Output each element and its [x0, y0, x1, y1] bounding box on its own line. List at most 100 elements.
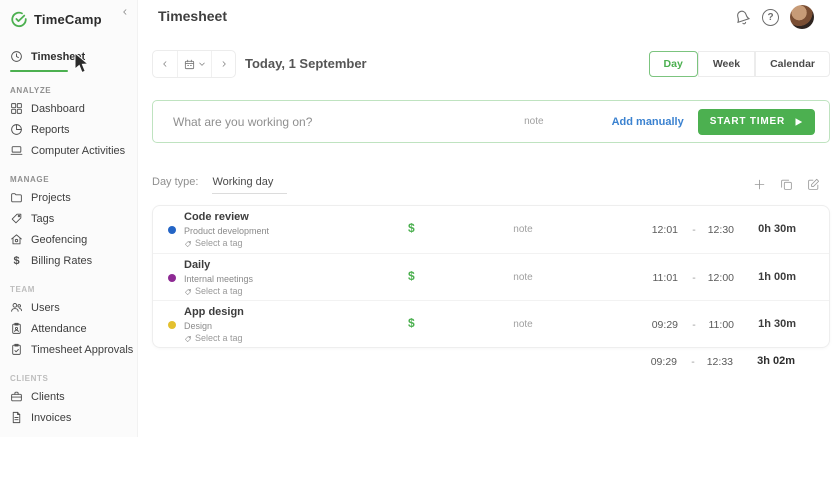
entry-project: Internal meetings — [184, 274, 253, 285]
entry-note-button[interactable]: note — [498, 272, 548, 283]
entry-project: Product development — [184, 226, 269, 237]
tag-icon — [184, 240, 192, 248]
clipboard-check-icon — [10, 343, 23, 356]
sidebar-item-timesheet-approvals[interactable]: Timesheet Approvals — [0, 339, 137, 360]
day-type-select[interactable]: Working day — [212, 176, 287, 194]
task-name-input[interactable] — [153, 115, 524, 129]
billable-toggle[interactable]: $ — [408, 269, 415, 283]
entry-row-code-review[interactable]: Code review Product development Select a… — [153, 206, 829, 253]
next-day-button[interactable] — [211, 51, 235, 77]
entry-text: Code review Product development Select a… — [184, 211, 269, 249]
entry-note-button[interactable]: note — [498, 319, 548, 330]
play-icon — [793, 117, 803, 127]
briefcase-icon — [10, 390, 23, 403]
sidebar-item-label: Reports — [31, 124, 70, 136]
timer-note-button[interactable]: note — [524, 116, 543, 127]
chevron-left-icon — [161, 60, 169, 68]
entry-end-time[interactable]: 11:00 — [698, 319, 734, 331]
entry-title[interactable]: App design — [184, 306, 244, 320]
pie-chart-icon — [10, 123, 23, 136]
entry-duration[interactable]: 1h 30m — [736, 318, 796, 330]
sidebar-item-invoices[interactable]: Invoices — [0, 407, 137, 428]
sidebar-item-users[interactable]: Users — [0, 297, 137, 318]
logo-text: TimeCamp — [34, 12, 102, 27]
billable-toggle[interactable]: $ — [408, 316, 415, 330]
entry-duration[interactable]: 0h 30m — [736, 223, 796, 235]
avatar[interactable] — [790, 5, 814, 29]
sidebar-item-label: Clients — [31, 391, 65, 403]
total-duration: 3h 02m — [735, 355, 795, 367]
sidebar-item-label: Geofencing — [31, 234, 87, 246]
sidebar-item-projects[interactable]: Projects — [0, 187, 137, 208]
project-color-dot[interactable] — [168, 226, 176, 234]
sidebar-item-reports[interactable]: Reports — [0, 119, 137, 140]
add-manually-link[interactable]: Add manually — [612, 116, 684, 128]
prev-day-button[interactable] — [153, 51, 177, 77]
sidebar-section-team: TEAM — [10, 285, 127, 294]
entry-actions — [753, 178, 820, 191]
tag-icon — [184, 288, 192, 296]
badge-icon — [10, 322, 23, 335]
help-icon[interactable]: ? — [762, 9, 779, 26]
edit-icon[interactable] — [807, 178, 820, 191]
entry-start-time[interactable]: 12:01 — [618, 224, 678, 236]
sidebar-item-dashboard[interactable]: Dashboard — [0, 98, 137, 119]
select-tag-button[interactable]: Select a tag — [184, 286, 253, 297]
billable-toggle[interactable]: $ — [408, 221, 415, 235]
grid-icon — [10, 102, 23, 115]
select-tag-button[interactable]: Select a tag — [184, 333, 244, 344]
sidebar-item-label: Billing Rates — [31, 255, 92, 267]
calendar-picker-button[interactable] — [177, 51, 211, 77]
entry-end-time[interactable]: 12:00 — [698, 272, 734, 284]
entry-row-daily[interactable]: Daily Internal meetings Select a tag $ n… — [153, 253, 829, 300]
total-start-time: 09:29 — [617, 356, 677, 368]
select-tag-button[interactable]: Select a tag — [184, 238, 269, 249]
sidebar-item-billing-rates[interactable]: $ Billing Rates — [0, 250, 137, 271]
sidebar-item-tags[interactable]: Tags — [0, 208, 137, 229]
entry-duration[interactable]: 1h 00m — [736, 271, 796, 283]
tab-day[interactable]: Day — [649, 51, 698, 77]
sidebar-item-label: Invoices — [31, 412, 71, 424]
entry-row-app-design[interactable]: App design Design Select a tag $ note 09… — [153, 300, 829, 347]
dollar-icon: $ — [10, 255, 23, 267]
entry-title[interactable]: Code review — [184, 211, 269, 225]
clock-icon — [10, 50, 23, 63]
home-pin-icon — [10, 233, 23, 246]
page-title: Timesheet — [158, 8, 227, 24]
sidebar-item-computer-activities[interactable]: Computer Activities — [0, 140, 137, 161]
sidebar-collapse-icon[interactable] — [121, 8, 129, 16]
sidebar-item-label: Computer Activities — [31, 145, 125, 157]
sidebar-section-clients: CLIENTS — [10, 374, 127, 383]
start-timer-label: START TIMER — [710, 116, 785, 127]
entry-start-time[interactable]: 11:01 — [618, 272, 678, 284]
duplicate-icon[interactable] — [780, 178, 793, 191]
entry-start-time[interactable]: 09:29 — [618, 319, 678, 331]
app-logo[interactable]: TimeCamp — [0, 0, 137, 30]
add-entry-icon[interactable] — [753, 178, 766, 191]
entry-note-button[interactable]: note — [498, 224, 548, 235]
sidebar-item-timesheet[interactable]: Timesheet — [0, 46, 137, 67]
sidebar-item-attendance[interactable]: Attendance — [0, 318, 137, 339]
project-color-dot[interactable] — [168, 321, 176, 329]
project-color-dot[interactable] — [168, 274, 176, 282]
start-timer-button[interactable]: START TIMER — [698, 109, 815, 135]
sidebar-item-label: Timesheet Approvals — [31, 344, 133, 356]
notifications-bell-icon[interactable] — [732, 6, 753, 27]
sidebar: TimeCamp Timesheet ANALYZE Dashboard Rep… — [0, 0, 138, 437]
totals-row: 09:29 - 12:33 3h 02m — [152, 352, 830, 376]
entry-project: Design — [184, 321, 244, 332]
tab-week[interactable]: Week — [698, 51, 755, 77]
sidebar-item-label: Users — [31, 302, 60, 314]
sidebar-item-geofencing[interactable]: Geofencing — [0, 229, 137, 250]
view-tabs: Day Week Calendar — [649, 51, 830, 77]
chevron-right-icon — [220, 60, 228, 68]
entry-end-time[interactable]: 12:30 — [698, 224, 734, 236]
timecamp-logo-icon — [10, 10, 28, 28]
laptop-icon — [10, 144, 23, 157]
sidebar-item-label: Projects — [31, 192, 71, 204]
entry-title[interactable]: Daily — [184, 259, 253, 273]
sidebar-item-clients[interactable]: Clients — [0, 386, 137, 407]
tag-icon — [10, 212, 23, 225]
mouse-cursor — [74, 52, 92, 74]
tab-calendar[interactable]: Calendar — [755, 51, 830, 77]
